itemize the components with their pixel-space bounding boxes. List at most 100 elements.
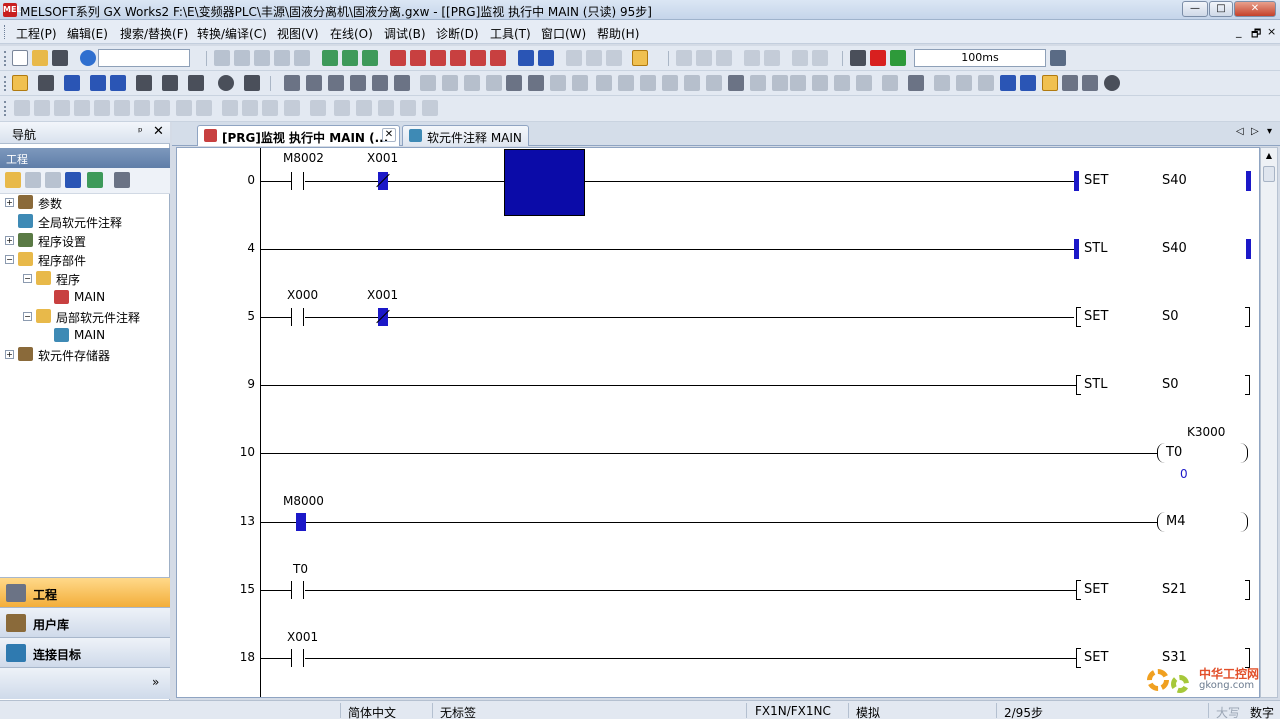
page-setup-icon[interactable]: [978, 75, 994, 91]
read-from-plc-icon[interactable]: [322, 50, 338, 66]
redo-icon[interactable]: [294, 50, 310, 66]
monitor-start-icon[interactable]: [390, 50, 406, 66]
sfc-block-icon[interactable]: [196, 100, 212, 116]
tab-scroll-right-icon[interactable]: ▷: [1251, 126, 1259, 137]
print-icon[interactable]: [934, 75, 950, 91]
toolbar-grip[interactable]: [4, 51, 7, 66]
skip-run-icon[interactable]: [716, 50, 732, 66]
tree-item-comment-main[interactable]: MAIN: [52, 327, 165, 345]
statement-edit-icon[interactable]: [812, 75, 828, 91]
breakpoint-clear-icon[interactable]: [764, 50, 780, 66]
menu-online[interactable]: 在线(O): [330, 25, 373, 42]
tab-close-button[interactable]: ✕: [382, 128, 396, 142]
contact-no[interactable]: [291, 308, 305, 326]
sfc-end-icon[interactable]: [154, 100, 170, 116]
sfc-comment-icon[interactable]: [176, 100, 192, 116]
cut-icon[interactable]: [214, 50, 230, 66]
run-icon[interactable]: [870, 50, 886, 66]
tree-item-program[interactable]: − 程序: [23, 270, 165, 288]
refresh-icon[interactable]: [87, 172, 103, 188]
tree-item-pou[interactable]: − 程序部件: [5, 251, 165, 269]
sfc-select-branch-icon[interactable]: [54, 100, 70, 116]
sfc-hold-icon[interactable]: [334, 100, 350, 116]
device-view-icon[interactable]: [90, 75, 106, 91]
paste-icon[interactable]: [254, 50, 270, 66]
copy-icon[interactable]: [234, 50, 250, 66]
paste-data-icon[interactable]: [45, 172, 61, 188]
menu-convert-compile[interactable]: 转换/编译(C): [197, 25, 267, 42]
operation-result-fall-icon[interactable]: [706, 75, 722, 91]
tab-scroll-left-icon[interactable]: ◁: [1236, 126, 1244, 137]
sfc-zoom-icon[interactable]: [222, 100, 238, 116]
project-combo[interactable]: [98, 49, 190, 67]
save-icon[interactable]: [52, 50, 68, 66]
coil-icon[interactable]: [372, 75, 388, 91]
sfc-next-icon[interactable]: [400, 100, 416, 116]
mdi-close-button[interactable]: ×: [1267, 25, 1276, 38]
toolbar-grip[interactable]: [4, 76, 7, 91]
application-instruction-icon[interactable]: [394, 75, 410, 91]
collapse-icon[interactable]: −: [23, 274, 32, 283]
open-contact-icon[interactable]: [284, 75, 300, 91]
sfc-select-join-icon[interactable]: [94, 100, 110, 116]
negated-rising-icon[interactable]: [640, 75, 656, 91]
ladder-zoom-icon[interactable]: [908, 75, 924, 91]
scan-stop-icon[interactable]: [812, 50, 828, 66]
expand-icon[interactable]: +: [5, 350, 14, 359]
device-comment-display-icon[interactable]: [882, 75, 898, 91]
collapse-icon[interactable]: −: [23, 312, 32, 321]
closed-branch-icon[interactable]: [350, 75, 366, 91]
remote-operation-icon[interactable]: [850, 50, 866, 66]
note-edit-icon[interactable]: [834, 75, 850, 91]
tree-item-program-main[interactable]: MAIN: [52, 289, 165, 307]
line-delete-icon[interactable]: [772, 75, 788, 91]
sfc-parallel-join-icon[interactable]: [114, 100, 130, 116]
sfc-transition-icon[interactable]: [34, 100, 50, 116]
menu-debug[interactable]: 调试(B): [384, 25, 426, 42]
operation-result-rise-icon[interactable]: [684, 75, 700, 91]
property-icon[interactable]: [65, 172, 81, 188]
open-branch-icon[interactable]: [306, 75, 322, 91]
comment-edit-icon[interactable]: [790, 75, 806, 91]
write-to-plc-icon[interactable]: [342, 50, 358, 66]
list-view-icon[interactable]: [64, 75, 80, 91]
trace-stop-icon[interactable]: [586, 50, 602, 66]
tree-item-global-comment[interactable]: 全局软元件注释: [5, 213, 165, 231]
nav-button-user-library[interactable]: 用户库: [0, 607, 170, 637]
contact-no[interactable]: [291, 172, 305, 190]
menu-diagnostics[interactable]: 诊断(D): [436, 25, 479, 42]
monitor-stop-icon[interactable]: [410, 50, 426, 66]
program-view-icon[interactable]: [38, 75, 54, 91]
tree-item-parameters[interactable]: + 参数: [5, 194, 165, 212]
undo-icon[interactable]: [274, 50, 290, 66]
monitor-device-icon[interactable]: [470, 50, 486, 66]
stop-icon[interactable]: [890, 50, 906, 66]
zoom-view-icon[interactable]: [1082, 75, 1098, 91]
monitor-write-mode-icon[interactable]: [1062, 75, 1078, 91]
verify-plc-icon[interactable]: [362, 50, 378, 66]
mdi-minimize-button[interactable]: _: [1236, 25, 1242, 38]
contact-no[interactable]: [291, 649, 305, 667]
new-file-icon[interactable]: [12, 50, 28, 66]
new-data-icon[interactable]: [5, 172, 21, 188]
menu-project[interactable]: 工程(P): [16, 25, 57, 42]
tree-item-device-memory[interactable]: + 软元件存储器: [5, 346, 165, 364]
mdi-restore-button[interactable]: 🗗: [1251, 25, 1261, 44]
rising-pulse-icon[interactable]: [506, 75, 522, 91]
nav-button-project[interactable]: 工程: [0, 577, 170, 607]
sfc-block-list-icon[interactable]: [242, 100, 258, 116]
monitor-write-icon[interactable]: [430, 50, 446, 66]
find-device-icon[interactable]: [162, 75, 178, 91]
sfc-prev-icon[interactable]: [422, 100, 438, 116]
menu-grip[interactable]: [4, 25, 7, 39]
open-folder-icon[interactable]: [32, 50, 48, 66]
binoculars-icon[interactable]: [244, 75, 260, 91]
invert-icon[interactable]: [728, 75, 744, 91]
sfc-detach-icon[interactable]: [378, 100, 394, 116]
copy-data-icon[interactable]: [25, 172, 41, 188]
sfc-parallel-branch-icon[interactable]: [74, 100, 90, 116]
find-instruction-icon[interactable]: [188, 75, 204, 91]
rising-branch-icon[interactable]: [550, 75, 566, 91]
parallel-rising-icon[interactable]: [596, 75, 612, 91]
nav-button-connection[interactable]: 连接目标: [0, 637, 170, 667]
